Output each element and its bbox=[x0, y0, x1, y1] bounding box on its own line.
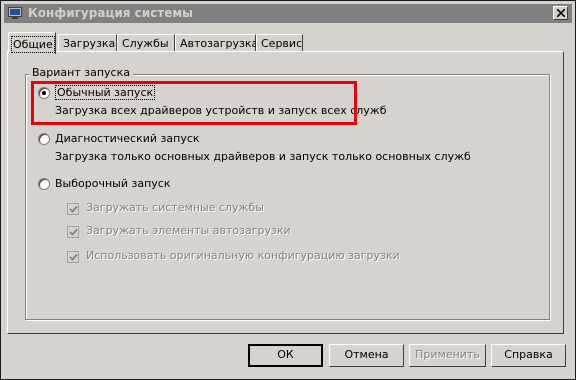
close-button[interactable] bbox=[553, 6, 568, 20]
use-original-boot-config-label: Использовать оригинальную конфигурацию з… bbox=[86, 249, 400, 262]
tab-label: Сервис bbox=[261, 37, 303, 50]
ok-button-label: ОК bbox=[277, 348, 294, 361]
highlight-box bbox=[31, 81, 357, 125]
tab-label: Автозагрузка bbox=[180, 37, 259, 50]
ok-button[interactable]: ОК bbox=[248, 344, 323, 367]
system-config-icon bbox=[8, 7, 22, 19]
tab-label: Загрузка bbox=[63, 37, 116, 50]
apply-button-label: Применить bbox=[415, 348, 480, 361]
cancel-button[interactable]: Отмена bbox=[329, 344, 404, 367]
tab-general[interactable]: Общие bbox=[8, 32, 56, 54]
load-startup-items-checkbox[interactable] bbox=[67, 226, 79, 238]
use-original-boot-config-checkbox[interactable] bbox=[67, 251, 79, 263]
apply-button[interactable]: Применить bbox=[409, 344, 486, 367]
load-system-services-label: Загружать системные службы bbox=[86, 201, 264, 214]
checkmark-icon bbox=[69, 205, 78, 213]
tab-startup[interactable]: Автозагрузка bbox=[175, 34, 259, 52]
diagnostic-startup-radio[interactable] bbox=[38, 133, 50, 145]
close-icon bbox=[557, 9, 565, 17]
title-bar[interactable]: Конфигурация системы bbox=[4, 4, 572, 23]
cancel-button-label: Отмена bbox=[344, 348, 389, 361]
group-legend: Вариант запуска bbox=[29, 66, 133, 79]
load-startup-items-label: Загружать элементы автозагрузки bbox=[86, 224, 291, 237]
selective-startup-radio[interactable] bbox=[38, 178, 50, 190]
tab-boot[interactable]: Загрузка bbox=[58, 34, 117, 52]
diagnostic-startup-label[interactable]: Диагностический запуск bbox=[55, 132, 200, 145]
tab-label: Службы bbox=[122, 37, 169, 50]
checkmark-icon bbox=[69, 228, 78, 236]
selective-startup-label[interactable]: Выборочный запуск bbox=[55, 177, 170, 190]
tab-tools[interactable]: Сервис bbox=[256, 34, 303, 52]
help-button-label: Справка bbox=[504, 348, 553, 361]
tab-services[interactable]: Службы bbox=[117, 34, 175, 52]
help-button[interactable]: Справка bbox=[491, 344, 566, 367]
window-title: Конфигурация системы bbox=[28, 6, 194, 20]
checkmark-icon bbox=[69, 253, 78, 261]
load-system-services-checkbox[interactable] bbox=[67, 203, 79, 215]
diagnostic-startup-description: Загрузка только основных драйверов и зап… bbox=[55, 150, 471, 163]
tab-label: Общие bbox=[11, 36, 55, 53]
